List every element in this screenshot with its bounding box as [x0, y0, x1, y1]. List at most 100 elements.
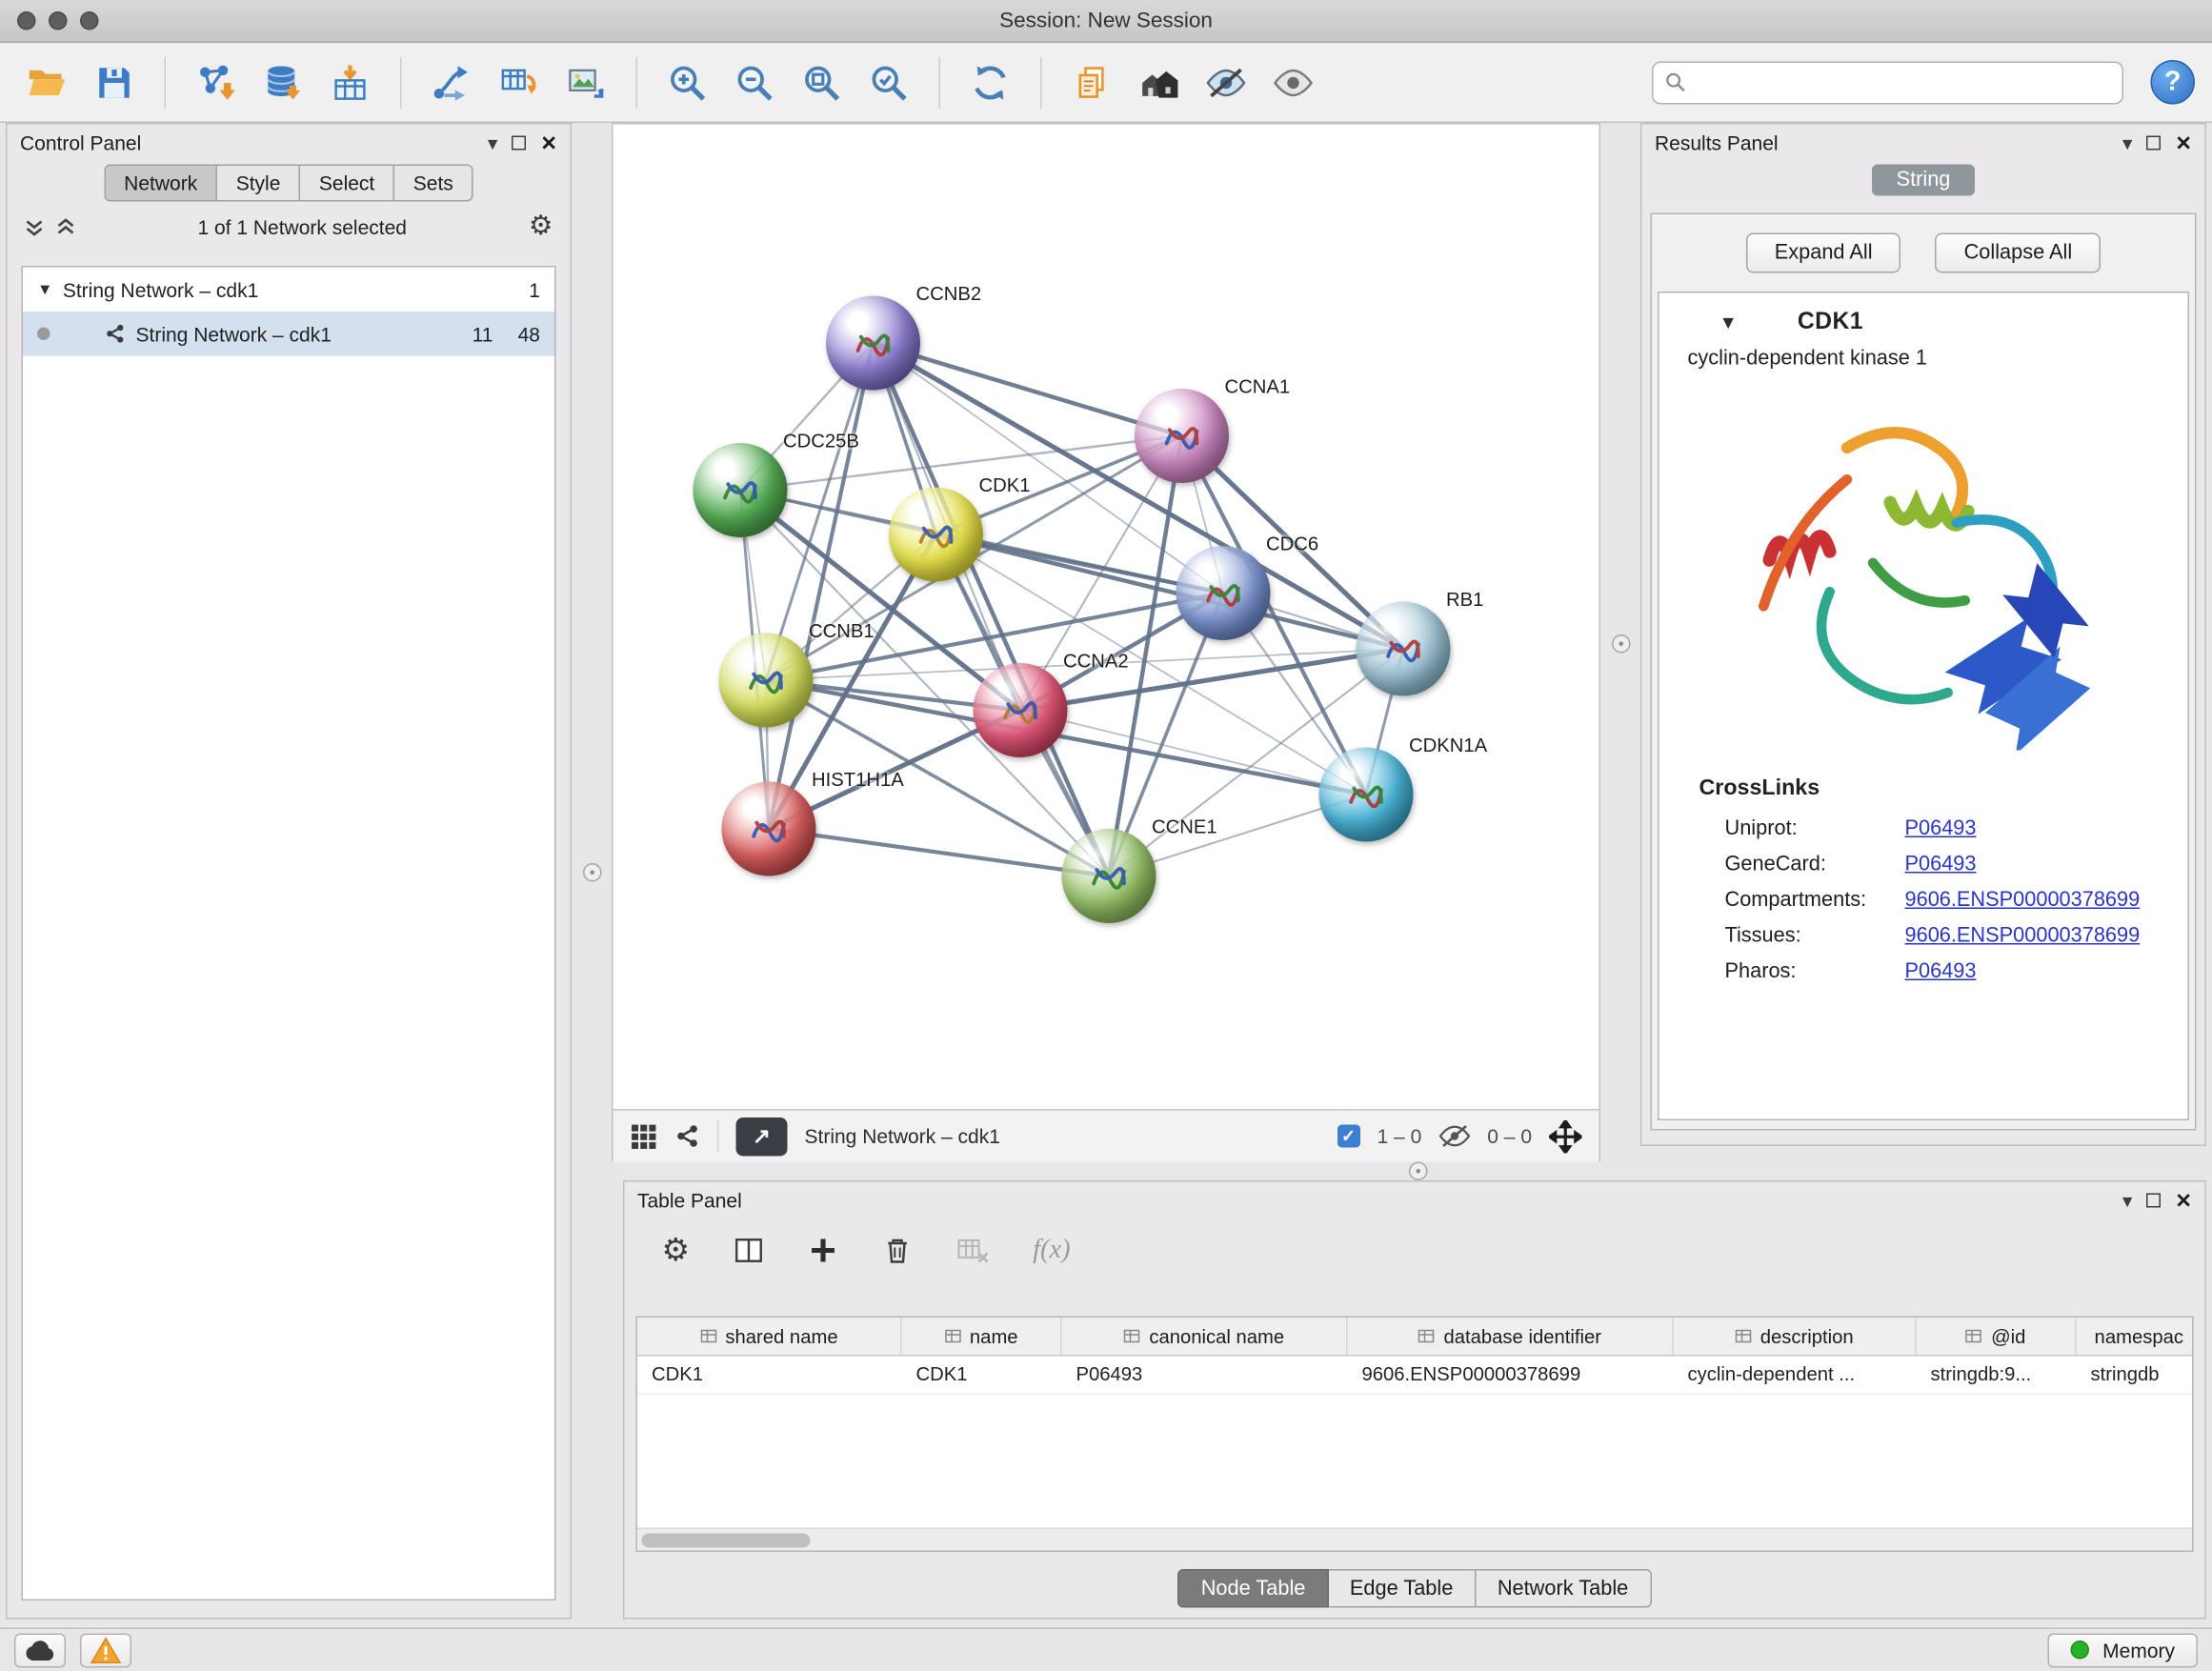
float-panel-icon[interactable]	[2146, 135, 2161, 150]
panel-menu-icon[interactable]: ▾	[2122, 132, 2133, 152]
splitter-handle[interactable]	[1612, 634, 1631, 654]
network-node-ccna2[interactable]	[974, 663, 1068, 757]
crosslink-link[interactable]: P06493	[1905, 959, 1977, 982]
selected-count: 1 – 0	[1377, 1125, 1422, 1148]
memory-button[interactable]: Memory	[2048, 1633, 2198, 1667]
collapse-caret-icon[interactable]: ▼	[1719, 312, 1738, 333]
network-node-ccnb2[interactable]	[826, 296, 920, 391]
open-in-window-button[interactable]: ↗	[736, 1117, 788, 1156]
floppy-disk-icon	[94, 62, 134, 102]
table-settings-gear-icon[interactable]: ⚙	[662, 1235, 691, 1266]
splitter-handle[interactable]	[1409, 1162, 1428, 1181]
network-edge[interactable]	[769, 829, 1109, 876]
zoom-selected-button[interactable]	[859, 52, 919, 112]
zoom-in-button[interactable]	[657, 52, 717, 112]
float-panel-icon[interactable]	[512, 135, 526, 150]
tab-select[interactable]: Select	[300, 165, 394, 202]
show-all-button[interactable]	[1263, 52, 1323, 112]
network-edge[interactable]	[874, 343, 1182, 436]
network-node-ccnb1[interactable]	[719, 634, 814, 728]
float-panel-icon[interactable]	[2146, 1193, 2161, 1207]
gear-icon[interactable]: ⚙	[529, 213, 553, 241]
zoom-out-button[interactable]	[725, 52, 785, 112]
results-tab-string[interactable]: String	[1872, 165, 1975, 196]
function-builder-button[interactable]: f(x)	[1033, 1235, 1071, 1266]
close-window-button[interactable]	[17, 11, 36, 30]
trash-icon[interactable]	[881, 1235, 913, 1266]
open-session-button[interactable]	[17, 52, 77, 112]
hide-selected-button[interactable]	[1196, 52, 1257, 112]
document-copy-button[interactable]	[1062, 52, 1122, 112]
plus-icon[interactable]	[807, 1235, 838, 1266]
apply-layout-button[interactable]	[960, 52, 1020, 112]
column-header[interactable]: namespac	[2077, 1318, 2193, 1355]
network-edge[interactable]	[769, 343, 874, 829]
splitter-handle[interactable]	[583, 863, 602, 882]
column-header[interactable]: name	[902, 1318, 1062, 1355]
crosslink-link[interactable]: 9606.ENSP00000378699	[1905, 888, 2141, 911]
crosslink-link[interactable]: 9606.ENSP00000378699	[1905, 924, 2141, 947]
column-header[interactable]: @id	[1917, 1318, 2077, 1355]
collapse-all-icon[interactable]	[25, 216, 45, 236]
network-node-cdk1[interactable]	[889, 488, 983, 582]
save-session-button[interactable]	[85, 52, 145, 112]
column-header[interactable]: shared name	[637, 1318, 902, 1355]
network-edge[interactable]	[936, 534, 1404, 649]
column-header[interactable]: canonical name	[1062, 1318, 1348, 1355]
columns-icon[interactable]	[733, 1235, 764, 1266]
export-image-button[interactable]	[556, 52, 616, 112]
scrollbar-thumb[interactable]	[642, 1533, 811, 1547]
pan-crosshair-icon[interactable]	[1549, 1119, 1582, 1153]
collapse-all-button[interactable]: Collapse All	[1936, 233, 2101, 273]
network-canvas[interactable]: CCNB2CCNA1CDC25BCDK1CDC6RB1CCNB1CCNA2CDK…	[613, 125, 1599, 1110]
minimize-window-button[interactable]	[49, 11, 68, 30]
tab-network-table[interactable]: Network Table	[1476, 1569, 1651, 1608]
import-network-database-button[interactable]	[253, 52, 313, 112]
share-icon[interactable]	[674, 1123, 700, 1149]
column-header[interactable]: database identifier	[1348, 1318, 1674, 1355]
crosslink-link[interactable]: P06493	[1905, 816, 1977, 839]
table-row[interactable]: CDK1 CDK1 P06493 9606.ENSP00000378699 cy…	[637, 1357, 2192, 1396]
network-collection-row[interactable]: ▼ String Network – cdk1 1	[23, 268, 554, 312]
tree-collapse-icon[interactable]: ▼	[37, 281, 52, 298]
gene-card-header[interactable]: ▼ CDK1	[1659, 293, 2188, 342]
horizontal-scrollbar[interactable]	[637, 1528, 2192, 1551]
close-panel-icon[interactable]: ✕	[2175, 132, 2192, 152]
tab-style[interactable]: Style	[217, 165, 300, 202]
crosslink-row: Pharos: P06493	[1659, 954, 2188, 990]
expand-all-button[interactable]: Expand All	[1746, 233, 1901, 273]
network-node-rb1[interactable]	[1357, 602, 1451, 696]
import-network-file-button[interactable]	[186, 52, 246, 112]
crosslink-link[interactable]: P06493	[1905, 853, 1977, 876]
network-node-cdkn1a[interactable]	[1319, 748, 1414, 842]
network-node-hist1h1a[interactable]	[722, 782, 816, 876]
search-input[interactable]	[1695, 70, 2111, 93]
selected-checkbox-icon[interactable]: ✓	[1337, 1125, 1360, 1148]
column-header[interactable]: description	[1674, 1318, 1917, 1355]
tab-edge-table[interactable]: Edge Table	[1328, 1569, 1476, 1608]
zoom-window-button[interactable]	[80, 11, 99, 30]
import-table-button[interactable]	[320, 52, 380, 112]
new-table-network-button[interactable]	[489, 52, 549, 112]
tab-network[interactable]: Network	[104, 165, 217, 202]
help-button[interactable]: ?	[2151, 60, 2196, 105]
grid-icon[interactable]	[631, 1122, 658, 1150]
network-node-ccna1[interactable]	[1135, 389, 1229, 483]
tab-node-table[interactable]: Node Table	[1178, 1569, 1329, 1608]
new-network-from-selection-button[interactable]	[422, 52, 482, 112]
close-panel-icon[interactable]: ✕	[2175, 1190, 2192, 1210]
warnings-button[interactable]	[80, 1633, 131, 1667]
panel-menu-icon[interactable]: ▾	[488, 132, 498, 152]
cloud-button[interactable]	[14, 1633, 66, 1667]
home-button[interactable]	[1129, 52, 1189, 112]
tab-sets[interactable]: Sets	[394, 165, 473, 202]
network-edge[interactable]	[874, 343, 1110, 876]
expand-all-icon[interactable]	[56, 216, 76, 236]
panel-menu-icon[interactable]: ▾	[2122, 1190, 2133, 1210]
network-row[interactable]: String Network – cdk1 11 48	[23, 312, 554, 356]
network-node-cdc25b[interactable]	[694, 443, 788, 537]
close-panel-icon[interactable]: ✕	[540, 132, 557, 152]
network-node-ccne1[interactable]	[1062, 829, 1156, 923]
network-node-cdc6[interactable]	[1176, 546, 1271, 640]
zoom-fit-button[interactable]	[792, 52, 852, 112]
